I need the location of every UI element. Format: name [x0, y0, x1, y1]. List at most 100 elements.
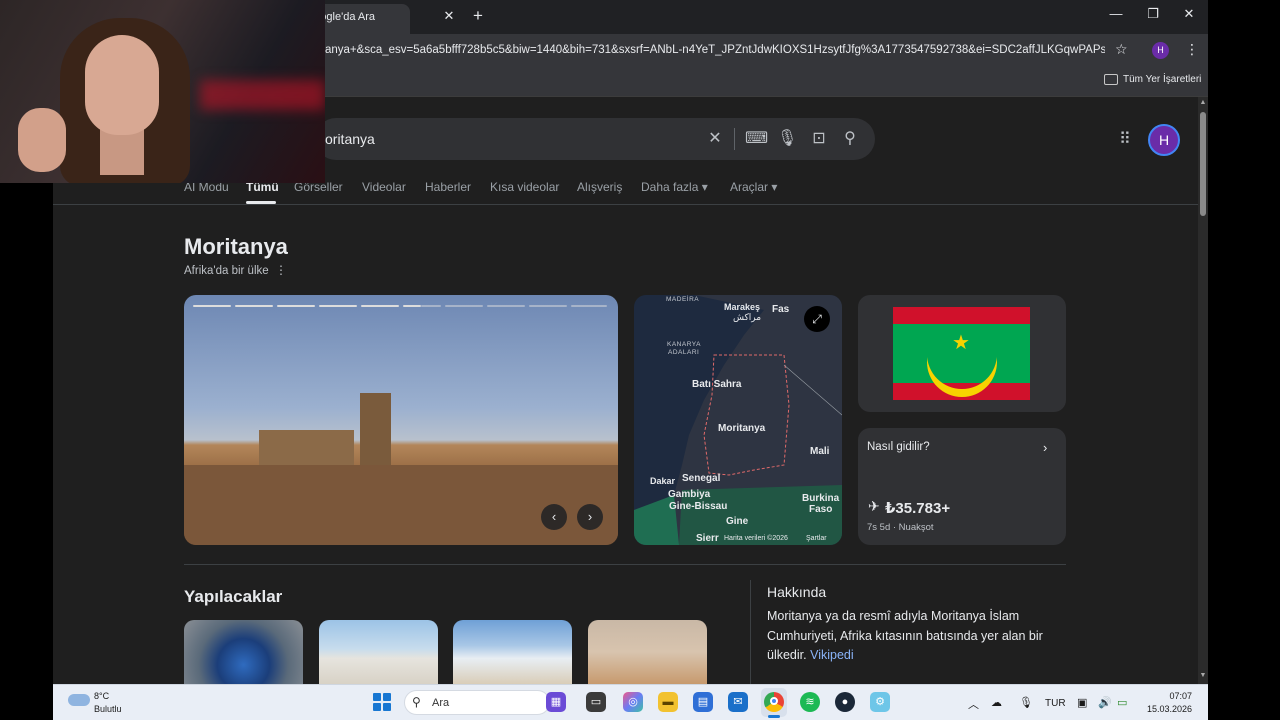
folder-icon: [1104, 74, 1118, 85]
screen: anya - Google'da Ara ✕ + — ❐ ✕ anya+&sca…: [0, 0, 1280, 720]
map-label-faso: Faso: [809, 504, 833, 515]
profile-avatar-small[interactable]: H: [1152, 42, 1169, 59]
clock-date[interactable]: 15.03.2026: [1134, 704, 1192, 714]
new-tab-button[interactable]: +: [469, 6, 487, 26]
map-terms-link[interactable]: Şartlar: [806, 535, 827, 542]
carousel-progress-segment: [403, 305, 421, 307]
carousel-next-button[interactable]: ›: [577, 504, 603, 530]
carousel-progress-segment: [235, 305, 273, 307]
tray-network-cloud-icon[interactable]: ☁: [991, 696, 1002, 709]
map-label-western-sahara: Batı Sahra: [692, 379, 742, 390]
bookmark-star-icon[interactable]: ☆: [1115, 41, 1128, 58]
carousel-progress-segment: [445, 305, 483, 307]
outlook-icon[interactable]: ✉: [728, 692, 748, 712]
about-title: Hakkında: [767, 584, 827, 600]
tray-microphone-icon[interactable]: 🎙: [1019, 696, 1033, 709]
tab-more[interactable]: Daha fazla ▾: [641, 180, 708, 194]
search-icon[interactable]: ⚲: [840, 129, 860, 149]
chevron-right-icon[interactable]: ›: [1043, 440, 1047, 455]
keyboard-language[interactable]: TUR: [1045, 698, 1066, 709]
task-view-icon[interactable]: ▭: [586, 692, 606, 712]
microsoft-store-icon[interactable]: ▤: [693, 692, 713, 712]
entity-subtitle: Afrika'da bir ülke: [184, 265, 269, 277]
tray-overflow-icon[interactable]: ︿: [968, 696, 979, 712]
all-bookmarks-link[interactable]: Tüm Yer İşaretleri: [1123, 74, 1201, 85]
wikipedia-link[interactable]: Vikipedi: [810, 648, 854, 662]
minimize-button[interactable]: —: [1101, 6, 1131, 26]
webcam-background-light: [200, 80, 325, 110]
chrome-icon[interactable]: [764, 692, 784, 712]
profile-avatar[interactable]: H: [1148, 124, 1180, 156]
flag-red-stripe-top: [893, 307, 1030, 324]
microphone-icon[interactable]: 🎙: [777, 129, 797, 149]
tray-volume-icon[interactable]: 🔊: [1098, 696, 1112, 709]
map-credit: Harita verileri ©2026: [724, 535, 788, 542]
map-label-mauritania: Moritanya: [718, 423, 766, 434]
map-label-dakar: Dakar: [650, 476, 676, 486]
section-divider: [184, 564, 1066, 565]
tab-shopping[interactable]: Alışveriş: [577, 180, 622, 194]
browser-menu-icon[interactable]: ⋮: [1185, 41, 1199, 58]
settings-app-icon[interactable]: ⚙: [870, 692, 890, 712]
weather-cloud-icon[interactable]: [68, 694, 90, 706]
carousel-prev-button[interactable]: ‹: [541, 504, 567, 530]
windows-start-icon[interactable]: [373, 693, 391, 711]
webcam-person-face: [85, 35, 159, 135]
carousel-progress-segment: [361, 305, 399, 307]
more-options-icon[interactable]: ⋮: [275, 263, 287, 277]
tab-news[interactable]: Haberler: [425, 180, 471, 194]
weather-condition[interactable]: Bulutlu: [94, 704, 122, 714]
mauritania-flag: ★: [893, 307, 1030, 400]
taskbar-search-icon: ⚲: [412, 695, 421, 709]
attraction-thumbnail[interactable]: [588, 620, 707, 684]
map-label-morocco: Fas: [772, 304, 790, 315]
file-explorer-icon[interactable]: ▬: [658, 692, 678, 712]
search-query[interactable]: oritanya: [325, 131, 375, 147]
travel-title: Nasıl gidilir?: [867, 441, 930, 453]
restore-button[interactable]: ❐: [1138, 6, 1168, 26]
map-label-islands: ADALARI: [668, 349, 700, 356]
close-tab-icon[interactable]: ✕: [442, 8, 456, 24]
address-bar[interactable]: anya+&sca_esv=5a6a5bfff728b5c5&biw=1440&…: [325, 44, 1105, 56]
map-label-burkina: Burkina: [802, 493, 840, 504]
close-window-button[interactable]: ✕: [1174, 6, 1204, 26]
tab-videos[interactable]: Videolar: [362, 180, 406, 194]
things-to-do-title: Yapılacaklar: [184, 587, 283, 606]
carousel-progress-segment: [487, 305, 525, 307]
taskbar-search-placeholder[interactable]: Ara: [432, 697, 449, 709]
map-label-guinea-bissau: Gine-Bissau: [669, 501, 728, 512]
scroll-down-arrow[interactable]: ▼: [1198, 672, 1208, 679]
google-apps-icon[interactable]: ⠿: [1119, 129, 1131, 149]
attraction-thumbnail[interactable]: [319, 620, 438, 684]
tray-battery-icon[interactable]: ▭: [1117, 696, 1127, 709]
about-description: Moritanya ya da resmî adıyla Moritanya İ…: [767, 609, 1043, 662]
scrollbar-thumb[interactable]: [1200, 112, 1206, 216]
scroll-up-arrow[interactable]: ▲: [1198, 99, 1208, 106]
lens-camera-icon[interactable]: ⊡: [809, 129, 829, 149]
carousel-progress-segment: [193, 305, 231, 307]
steam-icon[interactable]: ●: [835, 692, 855, 712]
taskbar-search-box[interactable]: [404, 690, 550, 715]
weather-temperature[interactable]: 8°C: [94, 691, 109, 701]
tray-display-icon[interactable]: ▣: [1077, 696, 1087, 709]
keyboard-icon[interactable]: ⌨: [745, 129, 768, 149]
about-divider: [750, 580, 751, 684]
video-editor-app-icon[interactable]: ▦: [546, 692, 566, 712]
attraction-thumbnail[interactable]: [453, 620, 572, 684]
airplane-icon: ✈: [868, 498, 880, 514]
map-label-marrakesh: Marakeş: [724, 302, 761, 312]
spotify-icon[interactable]: ≋: [800, 692, 820, 712]
map-label-canary: KANARYA: [667, 341, 701, 348]
map-label-mali: Mali: [810, 446, 830, 457]
flight-price: ₺35.783+: [885, 500, 951, 517]
clock-time[interactable]: 07:07: [1146, 691, 1192, 701]
flight-detail: 7s 5d · Nuakşot: [867, 522, 934, 533]
carousel-progress-segment: [529, 305, 567, 307]
tab-tools[interactable]: Araçlar ▾: [730, 180, 777, 194]
attraction-thumbnail[interactable]: [184, 620, 303, 684]
copilot-icon[interactable]: ◎: [623, 692, 643, 712]
clear-search-icon[interactable]: ✕: [705, 129, 725, 149]
expand-map-icon[interactable]: ⤢: [804, 306, 830, 332]
tab-short-videos[interactable]: Kısa videolar: [490, 180, 559, 194]
about-text: Moritanya ya da resmî adıyla Moritanya İ…: [767, 607, 1063, 666]
